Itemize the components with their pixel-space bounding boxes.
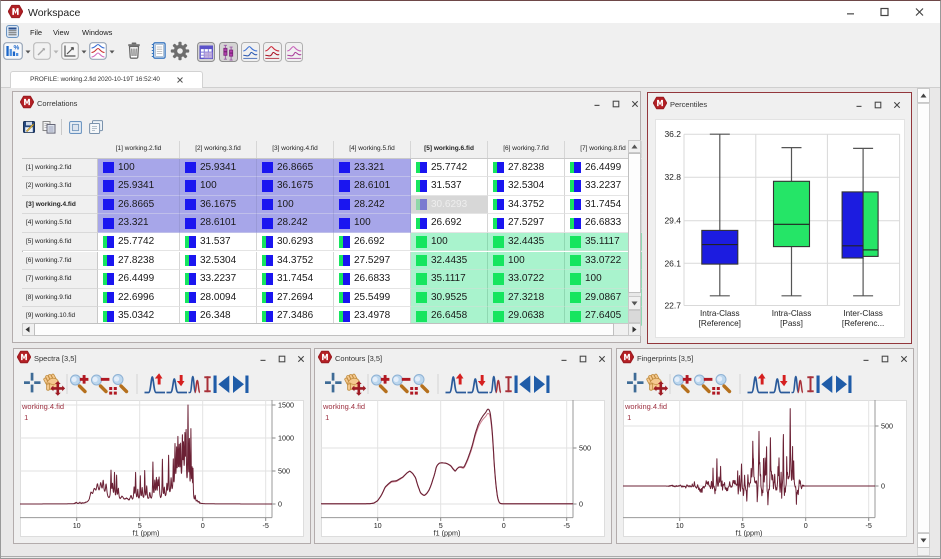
svg-text:10: 10	[676, 521, 684, 530]
svg-text:Intra-Class: Intra-Class	[772, 309, 812, 318]
svg-text:26.1: 26.1	[664, 258, 681, 268]
svg-text:10: 10	[374, 521, 382, 530]
svg-text:f1 (ppm): f1 (ppm)	[133, 529, 160, 538]
svg-text:0: 0	[881, 482, 885, 491]
svg-text:1000: 1000	[278, 434, 294, 443]
svg-text:500: 500	[579, 444, 591, 453]
svg-text:22.7: 22.7	[664, 301, 681, 311]
svg-text:500: 500	[881, 422, 893, 431]
svg-text:1500: 1500	[278, 401, 294, 410]
svg-text:Intra-Class: Intra-Class	[700, 309, 740, 318]
svg-text:Inter-Class: Inter-Class	[843, 309, 883, 318]
svg-text:[Referenc...: [Referenc...	[842, 319, 884, 328]
svg-text:[Pass]: [Pass]	[780, 319, 803, 328]
svg-text:29.4: 29.4	[664, 216, 681, 226]
svg-text:f1 (ppm): f1 (ppm)	[434, 529, 461, 538]
svg-text:36.2: 36.2	[664, 129, 681, 139]
svg-text:500: 500	[278, 467, 290, 476]
svg-text:0: 0	[579, 500, 583, 509]
svg-text:f1 (ppm): f1 (ppm)	[736, 529, 763, 538]
svg-text:[Reference]: [Reference]	[699, 319, 741, 328]
svg-text:-5: -5	[563, 521, 569, 530]
svg-text:10: 10	[73, 521, 81, 530]
svg-text:32.8: 32.8	[664, 172, 681, 182]
svg-text:-5: -5	[865, 521, 871, 530]
svg-text:0: 0	[201, 521, 205, 530]
svg-text:0: 0	[502, 521, 506, 530]
svg-text:0: 0	[278, 500, 282, 509]
svg-text:-5: -5	[262, 521, 268, 530]
svg-text:%: %	[14, 44, 20, 51]
svg-text:0: 0	[804, 521, 808, 530]
